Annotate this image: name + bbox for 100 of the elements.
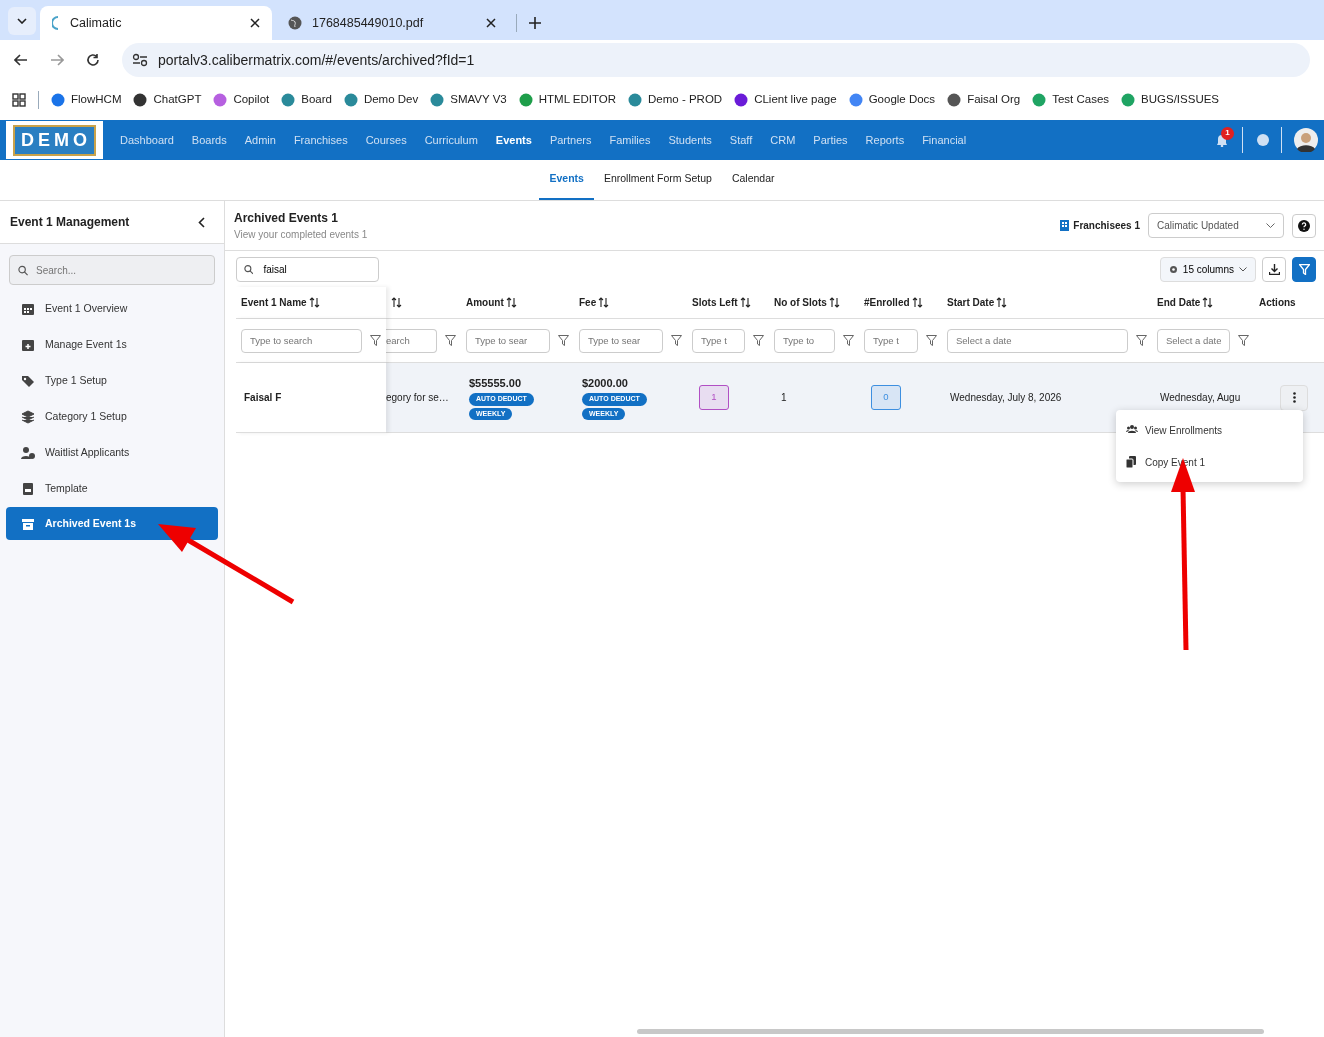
sort-icon[interactable] bbox=[308, 297, 320, 308]
search-box[interactable]: Search... bbox=[9, 255, 215, 285]
nav-link[interactable]: Financial bbox=[913, 120, 976, 160]
logo[interactable]: DEMO bbox=[6, 121, 103, 159]
address-bar[interactable]: portalv3.calibermatrix.com/#/events/archived?fId=1 bbox=[122, 43, 1310, 77]
bookmark[interactable]: SMAVY V3 bbox=[430, 91, 507, 109]
search-box[interactable]: faisal bbox=[236, 256, 379, 282]
bookmark[interactable]: Copilot bbox=[213, 91, 270, 109]
bookmark[interactable]: BUGS/ISSUES bbox=[1121, 91, 1220, 109]
sub-tab[interactable]: Calendar bbox=[721, 160, 785, 200]
help-button[interactable] bbox=[1292, 213, 1316, 238]
filter-field[interactable]: Type t bbox=[692, 328, 745, 353]
table-cell-text: Wednesday, Augu bbox=[1160, 391, 1242, 405]
nav-link[interactable]: Courses bbox=[356, 120, 416, 160]
nav-link[interactable]: Families bbox=[600, 120, 660, 160]
sidebar-item[interactable]: Archived Event 1s bbox=[6, 507, 218, 540]
tab-title: 1768485449010.pdf bbox=[312, 14, 425, 32]
sort-icon[interactable] bbox=[828, 297, 840, 308]
filter-field[interactable]: Select a date bbox=[947, 328, 1128, 353]
bookmark[interactable]: ChatGPT bbox=[133, 91, 202, 109]
filter-icon[interactable] bbox=[926, 335, 937, 346]
sidebar-item[interactable]: Template bbox=[6, 471, 218, 507]
filter-button[interactable] bbox=[1292, 256, 1316, 282]
sort-icon[interactable] bbox=[598, 297, 610, 308]
sort-icon[interactable] bbox=[1202, 297, 1214, 308]
sidebar-item[interactable]: Event 1 Overview bbox=[6, 291, 218, 327]
tab-list-button[interactable] bbox=[8, 7, 36, 35]
new-tab-icon[interactable] bbox=[529, 17, 541, 29]
nav-link[interactable]: Events bbox=[486, 120, 541, 160]
bookmark[interactable]: HTML EDITOR bbox=[518, 91, 617, 109]
columns-button[interactable]: 15 columns bbox=[1159, 256, 1256, 282]
filter-icon[interactable] bbox=[1238, 335, 1249, 346]
sort-icon[interactable] bbox=[996, 297, 1008, 308]
browser-tab[interactable]: 1768485449010.pdf bbox=[276, 6, 508, 40]
filter-field[interactable]: Type to sear bbox=[579, 328, 663, 353]
nav-link[interactable]: Dashboard bbox=[111, 120, 183, 160]
download-button[interactable] bbox=[1262, 256, 1286, 282]
reload-icon[interactable] bbox=[86, 53, 100, 67]
filter-icon[interactable] bbox=[843, 335, 854, 346]
filter-icon[interactable] bbox=[558, 335, 569, 346]
filter-field[interactable]: earch bbox=[386, 328, 437, 353]
chevron-down-icon bbox=[1266, 223, 1275, 228]
nav-link[interactable]: Franchises bbox=[284, 120, 357, 160]
tab-title: Calimatic bbox=[70, 14, 123, 32]
nav-link[interactable]: Parties bbox=[804, 120, 857, 160]
search-field[interactable]: Search... bbox=[34, 261, 206, 279]
sub-tab[interactable]: Events bbox=[539, 160, 594, 200]
bookmark[interactable]: CLient live page bbox=[734, 91, 837, 109]
bookmark[interactable]: Demo - PROD bbox=[628, 91, 723, 109]
sub-tab[interactable]: Enrollment Form Setup bbox=[593, 160, 722, 200]
filter-field[interactable]: Type to bbox=[774, 328, 835, 353]
sort-icon[interactable] bbox=[391, 297, 402, 308]
close-icon[interactable] bbox=[486, 18, 496, 28]
nav-link[interactable]: Admin bbox=[235, 120, 285, 160]
bookmark[interactable]: Test Cases bbox=[1032, 91, 1110, 109]
bookmark[interactable]: Faisal Org bbox=[947, 91, 1021, 109]
bookmark[interactable]: Google Docs bbox=[848, 91, 936, 109]
sidebar-title: Event 1 Management bbox=[10, 214, 130, 231]
table-cell-text: egory for se… bbox=[386, 391, 450, 405]
filter-icon[interactable] bbox=[445, 335, 456, 346]
calendar-icon bbox=[21, 302, 35, 316]
nav-link[interactable]: Boards bbox=[182, 120, 236, 160]
nav-link[interactable]: Staff bbox=[720, 120, 762, 160]
bookmark[interactable]: FlowHCM bbox=[51, 91, 122, 109]
franchisee-select[interactable]: Calimatic Updated bbox=[1148, 213, 1284, 238]
page-title: Archived Events 1 bbox=[234, 210, 340, 227]
filter-icon[interactable] bbox=[370, 335, 381, 346]
nav-link[interactable]: Partners bbox=[540, 120, 601, 160]
sidebar-item[interactable]: Category 1 Setup bbox=[6, 399, 218, 435]
sort-icon[interactable] bbox=[911, 297, 923, 308]
apps-grid-icon[interactable] bbox=[12, 93, 26, 107]
browser-tab[interactable]: Calimatic bbox=[40, 6, 272, 40]
nav-link[interactable]: Reports bbox=[856, 120, 914, 160]
filter-icon[interactable] bbox=[1136, 335, 1147, 346]
back-icon[interactable] bbox=[14, 54, 28, 66]
sidebar-item[interactable]: Manage Event 1s bbox=[6, 327, 218, 363]
nav-link[interactable]: Students bbox=[659, 120, 721, 160]
filter-field[interactable]: Type t bbox=[864, 328, 918, 353]
column-header: #Enrolled bbox=[864, 296, 910, 310]
scrollbar[interactable] bbox=[637, 1029, 1264, 1034]
globe-icon bbox=[288, 16, 302, 30]
bookmark[interactable]: Demo Dev bbox=[343, 91, 419, 109]
menu-item[interactable]: View Enrollments bbox=[1116, 414, 1303, 446]
sort-icon[interactable] bbox=[739, 297, 751, 308]
nav-link[interactable]: CRM bbox=[761, 120, 805, 160]
forward-icon[interactable] bbox=[50, 54, 64, 66]
nav-link[interactable]: Curriculum bbox=[415, 120, 487, 160]
filter-field[interactable]: Type to search bbox=[241, 328, 362, 353]
filter-icon[interactable] bbox=[671, 335, 682, 346]
close-icon[interactable] bbox=[250, 18, 260, 28]
filter-icon[interactable] bbox=[753, 335, 764, 346]
bookmark[interactable]: Board bbox=[281, 91, 332, 109]
sort-icon[interactable] bbox=[505, 297, 517, 308]
filter-field[interactable]: Select a date bbox=[1157, 328, 1230, 353]
search-icon bbox=[244, 263, 254, 275]
sidebar-item[interactable]: Type 1 Setup bbox=[6, 363, 218, 399]
sidebar-item[interactable]: Waitlist Applicants bbox=[6, 435, 218, 471]
avatar-icon[interactable] bbox=[1294, 128, 1318, 152]
column-header: Start Date bbox=[947, 296, 995, 310]
filter-field[interactable]: Type to sear bbox=[466, 328, 550, 353]
